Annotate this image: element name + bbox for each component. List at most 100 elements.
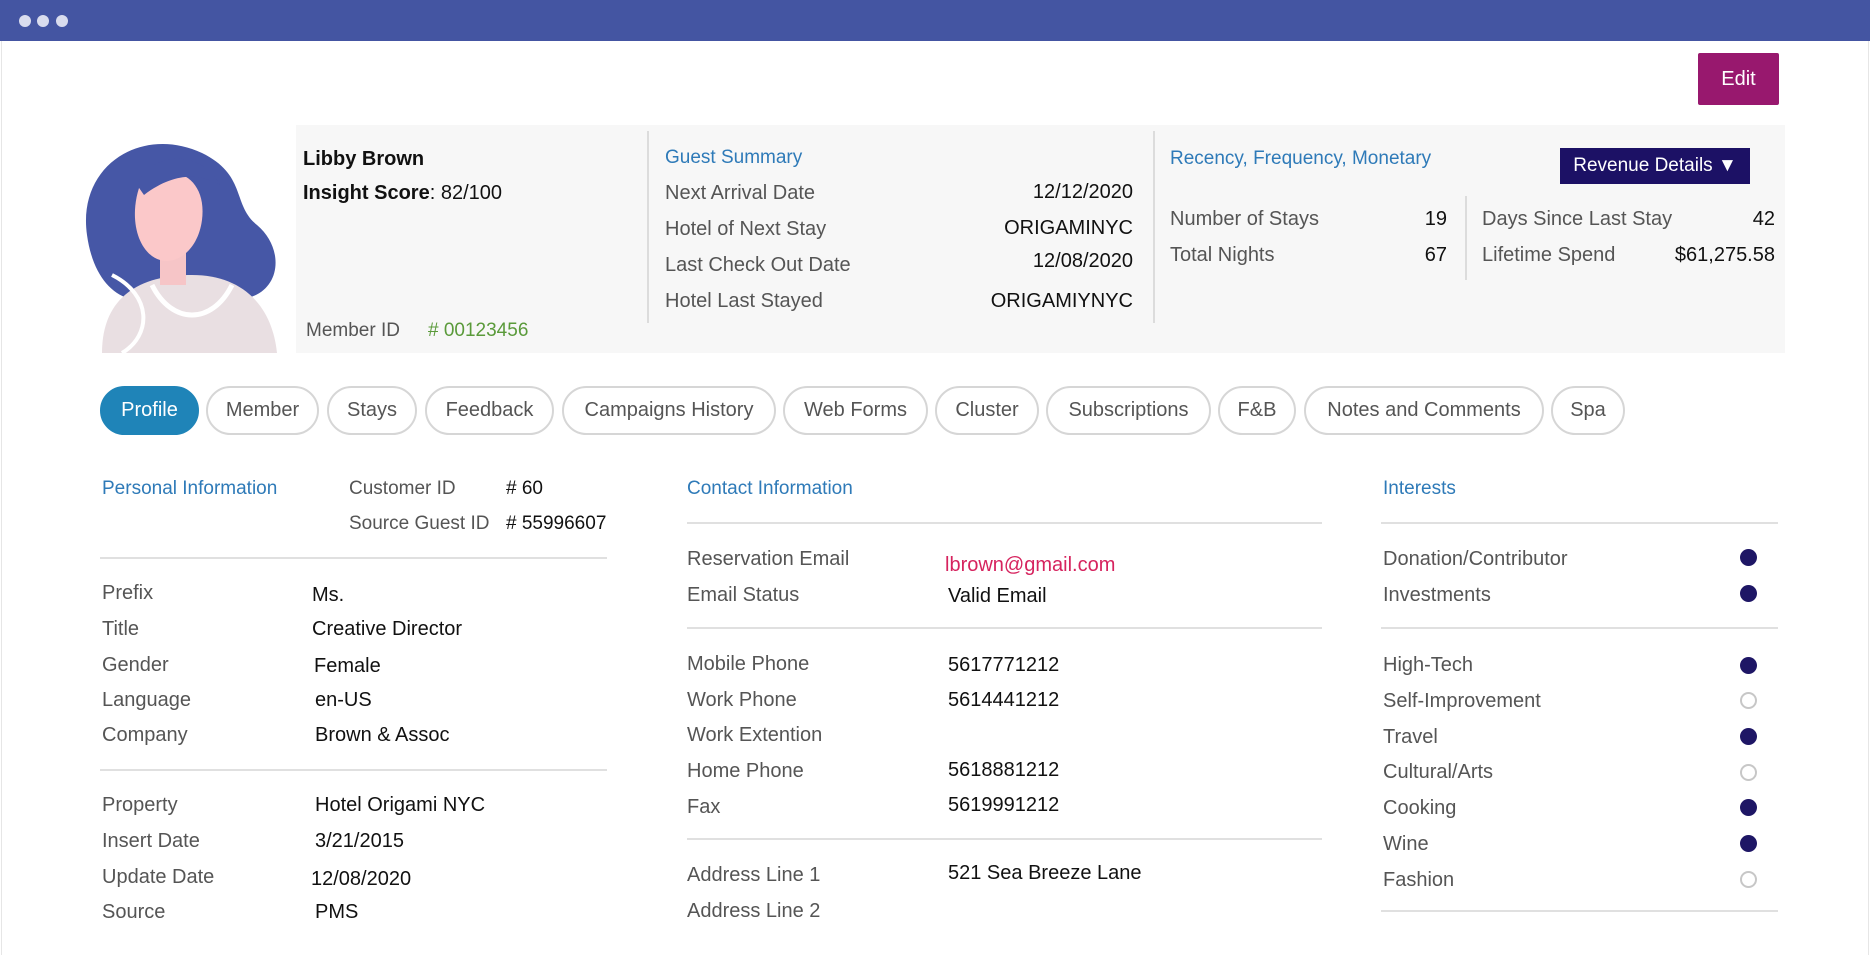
rfm-label: Total Nights (1170, 244, 1275, 266)
window-dot-icon[interactable] (19, 15, 31, 27)
id-label: Customer ID (349, 478, 456, 499)
tab-f-and-b[interactable]: F&B (1218, 386, 1296, 435)
field-value: Creative Director (312, 618, 463, 640)
tab-spa[interactable]: Spa (1551, 386, 1625, 435)
reservation-email-link[interactable]: lbrown@gmail.com (945, 554, 1115, 577)
field-label: Home Phone (687, 760, 804, 782)
interest-selected-bullet-icon (1740, 585, 1757, 602)
tab-web-forms[interactable]: Web Forms (783, 386, 928, 435)
guest-summary-title: Guest Summary (665, 147, 803, 168)
field-value: 5614441212 (948, 689, 1060, 711)
tab-stays[interactable]: Stays (327, 386, 417, 435)
field-label: Reservation Email (687, 548, 850, 570)
edit-button[interactable]: Edit (1698, 53, 1779, 105)
member-id-label: Member ID (306, 320, 400, 341)
rfm-value: 19 (1424, 208, 1447, 230)
interest-label: Fashion (1383, 869, 1455, 891)
section-divider (687, 522, 1322, 524)
tab-feedback[interactable]: Feedback (425, 386, 554, 435)
tab-member[interactable]: Member (206, 386, 319, 435)
field-value: 5617771212 (948, 654, 1060, 676)
field-label: Fax (687, 796, 721, 818)
rfm-label: Days Since Last Stay (1482, 208, 1673, 230)
guest-summary-label: Hotel of Next Stay (665, 218, 827, 240)
interest-unselected-bullet-icon (1740, 871, 1757, 888)
tab-subscriptions[interactable]: Subscriptions (1046, 386, 1211, 435)
insight-score-label: Insight Score (303, 182, 430, 204)
section-divider (687, 627, 1322, 629)
interest-label: High-Tech (1383, 654, 1474, 676)
revenue-details-button[interactable]: Revenue Details ▼ (1560, 148, 1750, 184)
id-label: Source Guest ID (349, 513, 490, 534)
rfm-value: $61,275.58 (1674, 244, 1775, 266)
interest-label: Cultural/Arts (1383, 761, 1494, 783)
field-value: Brown & Assoc (315, 724, 450, 746)
rfm-title: Recency, Frequency, Monetary (1170, 148, 1432, 169)
tab-profile[interactable]: Profile (100, 386, 199, 435)
field-label: Prefix (102, 582, 154, 604)
rfm-label: Number of Stays (1170, 208, 1319, 230)
field-label: Language (102, 689, 191, 711)
guest-avatar-icon (85, 143, 277, 353)
interest-label: Cooking (1383, 797, 1457, 819)
id-value: # 60 (506, 478, 543, 499)
header-divider (647, 131, 649, 323)
section-divider (687, 838, 1322, 840)
tab-notes-and-comments[interactable]: Notes and Comments (1304, 386, 1544, 435)
window-dot-icon[interactable] (56, 15, 68, 27)
member-id-value: # 00123456 (428, 320, 529, 341)
interest-label: Investments (1383, 584, 1491, 606)
field-value: Valid Email (948, 585, 1047, 607)
field-value: 521 Sea Breeze Lane (948, 862, 1142, 884)
contact-info-title: Contact Information (687, 478, 853, 499)
interests-title: Interests (1383, 478, 1456, 499)
tab-campaigns-history[interactable]: Campaigns History (562, 386, 776, 435)
guest-summary-label: Next Arrival Date (665, 182, 816, 204)
field-value: en-US (315, 689, 372, 711)
interest-selected-bullet-icon (1740, 657, 1757, 674)
window-dot-icon[interactable] (37, 15, 49, 27)
header-divider (1153, 131, 1155, 323)
field-value: Hotel Origami NYC (315, 794, 486, 816)
interest-label: Wine (1383, 833, 1429, 855)
interest-label: Donation/Contributor (1383, 548, 1568, 570)
field-label: Title (102, 618, 140, 640)
insight-score: Insight Score: 82/100 (303, 182, 502, 205)
interest-label: Travel (1383, 726, 1438, 748)
guest-name: Libby Brown (303, 148, 425, 170)
section-divider (1381, 522, 1778, 524)
rfm-value: 42 (1752, 208, 1775, 230)
section-divider (1381, 627, 1778, 629)
rfm-label: Lifetime Spend (1482, 244, 1616, 266)
field-label: Work Extention (687, 724, 823, 746)
interest-selected-bullet-icon (1740, 835, 1757, 852)
rfm-value: 67 (1424, 244, 1447, 266)
guest-summary-label: Last Check Out Date (665, 254, 851, 276)
field-label: Address Line 1 (687, 864, 821, 886)
field-label: Company (102, 724, 188, 746)
section-divider (100, 769, 607, 771)
guest-summary-value: 12/12/2020 (1032, 181, 1133, 203)
interest-selected-bullet-icon (1740, 728, 1757, 745)
field-value: PMS (315, 901, 359, 923)
field-value: 3/21/2015 (315, 830, 404, 852)
tab-cluster[interactable]: Cluster (935, 386, 1039, 435)
interest-unselected-bullet-icon (1740, 764, 1757, 781)
field-label: Source (102, 901, 166, 923)
field-value: 5619991212 (948, 794, 1060, 816)
field-value: 12/08/2020 (311, 868, 412, 890)
window-titlebar (0, 0, 1870, 41)
field-label: Mobile Phone (687, 653, 810, 675)
guest-summary-label: Hotel Last Stayed (665, 290, 823, 312)
insight-score-value: : 82/100 (429, 182, 502, 204)
field-value: 5618881212 (948, 759, 1060, 781)
guest-summary-value: ORIGAMIYNYC (990, 290, 1133, 312)
field-label: Gender (102, 654, 169, 676)
section-divider (100, 557, 607, 559)
field-label: Work Phone (687, 689, 797, 711)
interest-selected-bullet-icon (1740, 549, 1757, 566)
avatar (82, 125, 296, 353)
section-divider (1381, 910, 1778, 912)
rfm-divider (1465, 196, 1467, 280)
interest-selected-bullet-icon (1740, 799, 1757, 816)
